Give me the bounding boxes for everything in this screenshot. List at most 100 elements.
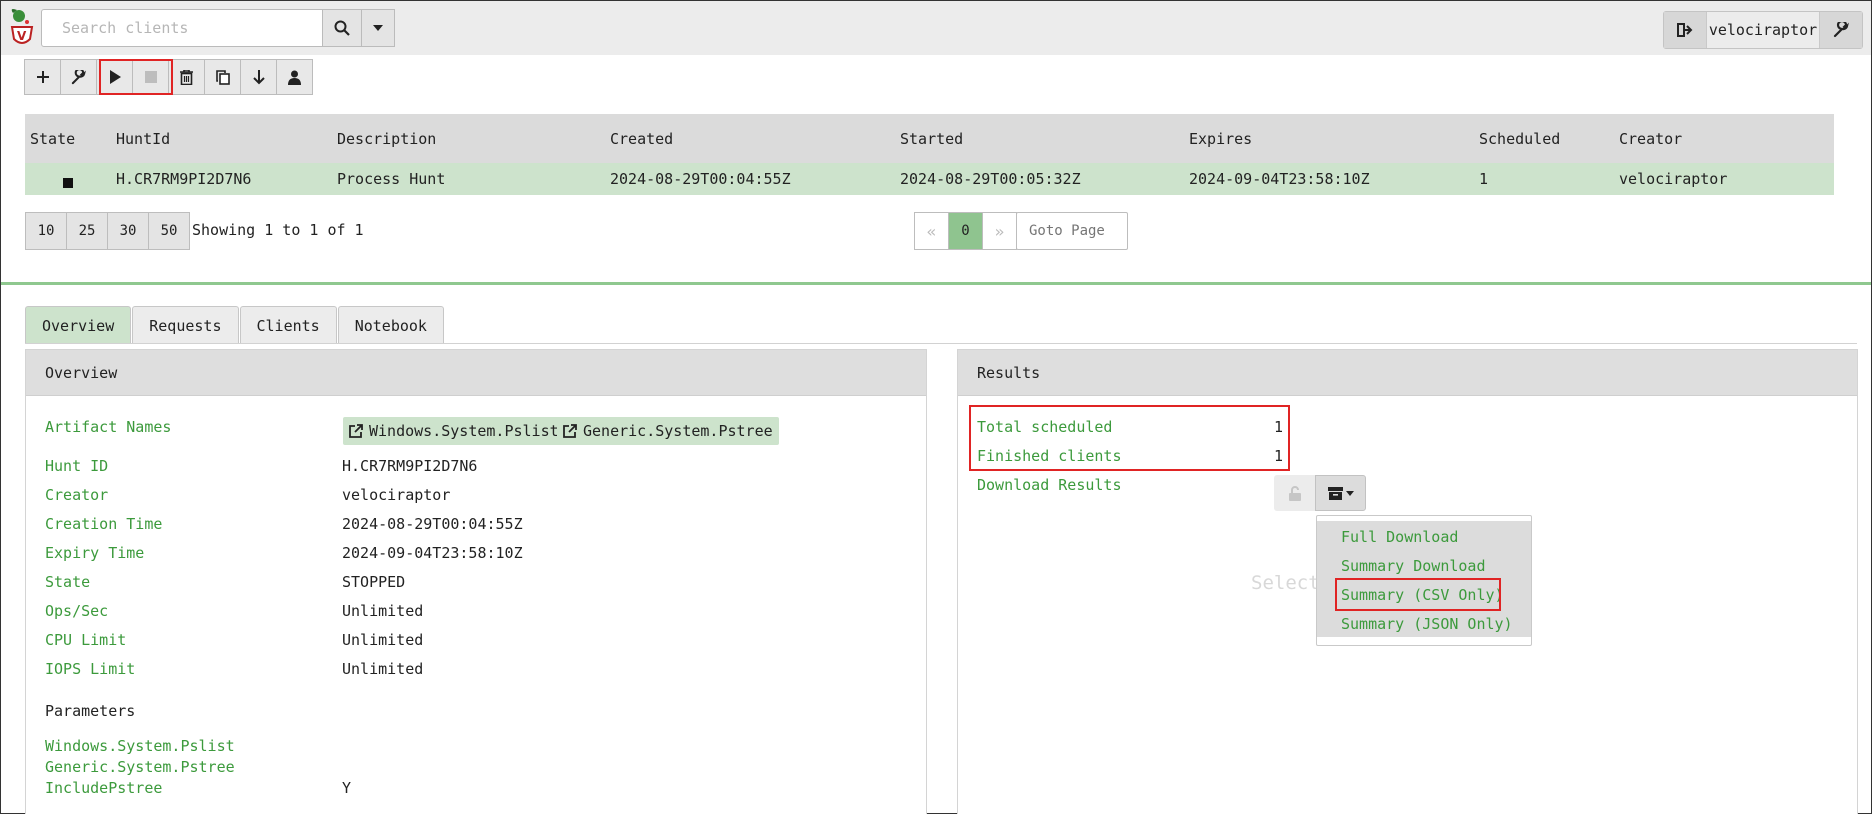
creator-value: velociraptor <box>342 486 451 504</box>
column-header-expires[interactable]: Expires <box>1189 130 1252 148</box>
annotation-highlight-counts <box>969 405 1290 471</box>
menu-item-summary-json[interactable]: Summary (JSON Only) <box>1341 615 1513 633</box>
download-dropdown-button[interactable] <box>1315 475 1366 511</box>
external-link-icon <box>563 424 577 438</box>
column-header-huntid[interactable]: HuntId <box>116 130 170 148</box>
ops-sec-label: Ops/Sec <box>45 602 109 620</box>
parameters-heading: Parameters <box>45 702 136 720</box>
prev-page-button[interactable]: « <box>914 212 949 250</box>
column-header-description[interactable]: Description <box>337 130 436 148</box>
tab-overview[interactable]: Overview <box>25 306 132 344</box>
cell-created: 2024-08-29T00:04:55Z <box>610 170 791 188</box>
showing-count-text: Showing 1 to 1 of 1 <box>192 221 364 239</box>
hunt-id-value: H.CR7RM9PI2D7N6 <box>342 457 478 475</box>
assign-hunt-button[interactable] <box>276 59 313 95</box>
param-pslist-label: Windows.System.Pslist <box>45 737 235 755</box>
ops-sec-value: Unlimited <box>342 602 424 620</box>
search-button[interactable] <box>322 9 362 47</box>
column-header-scheduled[interactable]: Scheduled <box>1479 130 1560 148</box>
creation-time-value: 2024-08-29T00:04:55Z <box>342 515 523 533</box>
creation-time-label: Creation Time <box>45 515 163 533</box>
search-dropdown-button[interactable] <box>361 9 395 47</box>
archive-icon <box>1327 486 1343 500</box>
settings-button[interactable] <box>1820 12 1862 48</box>
stop-square-icon <box>63 174 73 192</box>
username-label[interactable]: velociraptor <box>1706 12 1820 48</box>
hunt-id-label: Hunt ID <box>45 457 109 475</box>
artifact-link-pslist[interactable]: Windows.System.Pslist <box>343 417 565 445</box>
copy-icon <box>215 69 230 85</box>
edit-hunt-button[interactable] <box>60 59 97 95</box>
page-size-30[interactable]: 30 <box>107 212 149 250</box>
cell-started: 2024-08-29T00:05:32Z <box>900 170 1081 188</box>
iops-limit-label: IOPS Limit <box>45 660 136 678</box>
page-size-10[interactable]: 10 <box>25 212 67 250</box>
annotation-highlight-csv <box>1335 578 1501 611</box>
cpu-limit-value: Unlimited <box>342 631 424 649</box>
results-title: Results <box>958 350 1857 396</box>
user-icon <box>288 70 301 85</box>
password-lock-button[interactable] <box>1274 475 1315 511</box>
user-menu: velociraptor <box>1663 11 1863 49</box>
caret-down-icon <box>373 25 383 31</box>
page-size-50[interactable]: 50 <box>148 212 190 250</box>
column-header-state[interactable]: State <box>30 130 75 148</box>
column-header-created[interactable]: Created <box>610 130 673 148</box>
cell-description: Process Hunt <box>337 170 446 188</box>
state-value: STOPPED <box>342 573 406 591</box>
sign-out-icon <box>1677 23 1693 37</box>
export-hunt-button[interactable] <box>240 59 277 95</box>
hunts-table: State HuntId Description Created Started… <box>25 114 1834 195</box>
logout-button[interactable] <box>1664 12 1706 48</box>
caret-down-icon <box>1345 490 1354 496</box>
column-header-started[interactable]: Started <box>900 130 963 148</box>
iops-limit-value: Unlimited <box>342 660 424 678</box>
cell-scheduled: 1 <box>1479 170 1489 188</box>
svg-text:V: V <box>17 29 27 43</box>
menu-item-full-download[interactable]: Full Download <box>1341 528 1458 546</box>
expiry-time-label: Expiry Time <box>45 544 145 562</box>
column-header-creator[interactable]: Creator <box>1619 130 1682 148</box>
wrench-icon <box>1833 22 1849 38</box>
table-header: State HuntId Description Created Started… <box>25 114 1834 163</box>
cell-creator: velociraptor <box>1619 170 1728 188</box>
next-page-button[interactable]: » <box>982 212 1017 250</box>
state-label: State <box>45 573 91 591</box>
new-hunt-button[interactable] <box>24 59 61 95</box>
wrench-icon <box>71 69 86 84</box>
tab-underline <box>25 343 1857 344</box>
param-includepstree-value: Y <box>342 779 352 797</box>
delete-hunt-button[interactable] <box>168 59 205 95</box>
page-navigation: « 0 » <box>914 212 1017 250</box>
external-link-icon <box>349 424 363 438</box>
annotation-highlight-run-stop <box>99 59 173 95</box>
download-results-label: Download Results <box>977 476 1122 494</box>
top-bar: V velociraptor <box>1 1 1871 55</box>
tab-notebook[interactable]: Notebook <box>337 306 444 344</box>
tab-clients[interactable]: Clients <box>239 306 337 344</box>
page-size-25[interactable]: 25 <box>66 212 108 250</box>
artifact-link-pstree[interactable]: Generic.System.Pstree <box>557 417 779 445</box>
pane-divider[interactable] <box>1 282 1871 285</box>
menu-item-summary-download[interactable]: Summary Download <box>1341 557 1486 575</box>
hunt-tabs: Overview Requests Clients Notebook <box>25 306 445 344</box>
goto-page-input[interactable] <box>1016 212 1128 250</box>
search-icon <box>334 20 350 36</box>
creator-label: Creator <box>45 486 109 504</box>
artifact-names-label: Artifact Names <box>45 418 172 436</box>
current-page[interactable]: 0 <box>948 212 983 250</box>
table-row[interactable]: H.CR7RM9PI2D7N6 Process Hunt 2024-08-29T… <box>25 163 1834 195</box>
search-input[interactable] <box>41 9 323 47</box>
velociraptor-logo[interactable]: V <box>9 7 35 49</box>
overview-title: Overview <box>26 350 926 396</box>
page-size-selector: 10 25 30 50 <box>25 212 190 250</box>
unlock-icon <box>1288 485 1301 501</box>
cell-hunt-id: H.CR7RM9PI2D7N6 <box>116 170 252 188</box>
artifact-name: Generic.System.Pstree <box>583 422 773 440</box>
tab-requests[interactable]: Requests <box>132 306 239 344</box>
param-pstree-label: Generic.System.Pstree <box>45 758 235 776</box>
artifact-name: Windows.System.Pslist <box>369 422 559 440</box>
copy-hunt-button[interactable] <box>204 59 241 95</box>
plus-icon <box>36 71 49 83</box>
cell-expires: 2024-09-04T23:58:10Z <box>1189 170 1370 188</box>
